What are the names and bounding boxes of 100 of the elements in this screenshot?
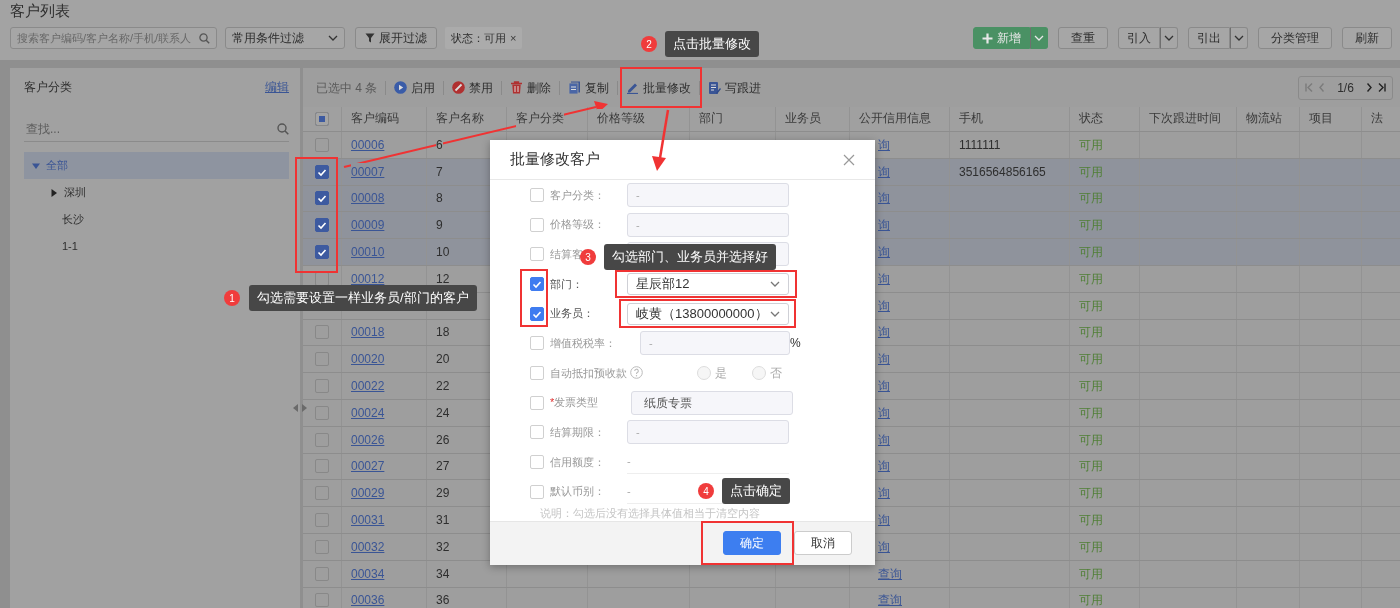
close-icon[interactable] <box>843 153 855 166</box>
cancel-button[interactable]: 取消 <box>794 531 852 556</box>
field-label: 部门： <box>550 276 583 292</box>
expand-filter-button[interactable]: 展开过滤 <box>355 27 437 49</box>
action-button[interactable]: 引入 <box>1118 27 1160 49</box>
checkbox[interactable] <box>530 276 544 291</box>
toolbar-button[interactable]: 启用 <box>394 78 436 97</box>
field-label: 业务员： <box>550 306 594 322</box>
help-icon[interactable] <box>630 366 643 380</box>
checkbox[interactable] <box>530 306 544 321</box>
tree-item[interactable]: 长沙 <box>24 206 289 233</box>
select-all-checkbox[interactable] <box>315 112 329 126</box>
column-header: 客户分类 <box>516 109 564 127</box>
field-label: 增值税税率： <box>550 336 616 352</box>
filter-dropdown[interactable]: 常用条件过滤 <box>225 27 345 49</box>
column-header: 部门 <box>699 109 723 127</box>
dropdown-toggle-button[interactable] <box>1230 27 1248 49</box>
column-header: 状态 <box>1079 109 1103 127</box>
toolbar-button[interactable]: 复制 <box>568 78 610 97</box>
caret-icon <box>770 310 780 317</box>
column-header: 下次跟进时间 <box>1149 109 1221 127</box>
action-button[interactable]: 新增 <box>973 27 1030 49</box>
caret-icon <box>1164 35 1174 41</box>
row-checkbox[interactable] <box>315 245 329 260</box>
search-icon <box>199 32 210 44</box>
radio-option[interactable]: 否 <box>752 363 782 382</box>
toolbar-button[interactable]: 禁用 <box>452 78 494 97</box>
column-header: 法 <box>1371 109 1383 127</box>
input-field[interactable]: - <box>640 331 790 356</box>
tag-close-button[interactable]: × <box>510 32 517 44</box>
input-field[interactable]: - <box>627 420 789 445</box>
dropdown-toggle-button[interactable] <box>1030 27 1048 49</box>
edit-link[interactable]: 编辑 <box>265 78 289 96</box>
tree-item[interactable]: 1-1 <box>24 233 289 260</box>
row-checkbox[interactable] <box>315 164 329 179</box>
document-icon <box>568 81 582 94</box>
collapsed-caret-icon <box>50 188 58 197</box>
last-page-icon[interactable] <box>1378 83 1386 92</box>
field-value: - <box>627 483 631 499</box>
field-label: 信用额度： <box>550 454 605 470</box>
caret-icon <box>1034 35 1044 41</box>
customer-code-link[interactable]: 00007 <box>351 162 385 181</box>
column-header: 手机 <box>959 109 983 127</box>
splitter-handle-icon[interactable] <box>292 404 308 412</box>
column-header: 公开信用信息 <box>859 109 931 127</box>
page-title: 客户列表 <box>10 1 70 21</box>
row-checkbox[interactable] <box>315 218 329 233</box>
field-label: 默认币别： <box>550 484 605 500</box>
toolbar-button[interactable]: 批量修改 <box>626 78 692 97</box>
column-header: 物流站 <box>1246 109 1282 127</box>
column-header: 业务员 <box>785 109 821 127</box>
field-label: 价格等级： <box>550 217 605 233</box>
field-value: - <box>627 454 631 470</box>
search-icon <box>277 122 289 135</box>
select-field[interactable]: 纸质专票 <box>631 390 794 415</box>
toolbar-button[interactable]: 删除 <box>510 78 552 97</box>
tree-item[interactable]: 深圳 <box>24 179 289 206</box>
toolbar-button[interactable]: 写跟进 <box>708 78 762 97</box>
input-field[interactable]: - <box>627 182 789 207</box>
radio-option[interactable]: 是 <box>697 363 727 382</box>
filter-icon <box>365 33 375 43</box>
step-tooltip: 点击批量修改 <box>665 31 759 57</box>
field-label: 发票类型 <box>554 395 599 411</box>
step-tooltip: 勾选部门、业务员并选择好 <box>604 244 776 270</box>
clipboard-icon <box>708 81 722 94</box>
caret-icon <box>770 280 780 287</box>
tree-item[interactable]: 全部 <box>24 152 289 179</box>
panel-title: 客户分类 <box>24 79 72 96</box>
select-field[interactable]: 岐黄（13800000000） <box>627 302 789 325</box>
column-header: 价格等级 <box>597 109 645 127</box>
confirm-button[interactable]: 确定 <box>723 531 781 556</box>
trash-icon <box>510 81 524 94</box>
column-header: 客户编码 <box>351 109 399 127</box>
step-tooltip: 勾选需要设置一样业务员/部门的客户 <box>249 285 477 311</box>
action-button[interactable]: 分类管理 <box>1258 27 1332 49</box>
first-page-icon[interactable] <box>1305 83 1313 92</box>
pencil-icon <box>626 81 640 94</box>
play-icon <box>394 81 408 94</box>
arrow <box>652 109 670 171</box>
caret-icon <box>1234 35 1244 41</box>
step-tooltip: 点击确定 <box>722 478 790 504</box>
select-field[interactable]: 星辰部12 <box>627 272 789 295</box>
field-label: 自动抵扣预收款 <box>550 365 627 381</box>
previous-page-icon[interactable] <box>1319 83 1324 92</box>
required-mark: * <box>550 395 555 411</box>
tree-search-field[interactable]: 查找... <box>24 118 277 139</box>
dropdown-toggle-button[interactable] <box>1160 27 1178 49</box>
action-button[interactable]: 查重 <box>1058 27 1108 49</box>
action-button[interactable]: 引出 <box>1188 27 1230 49</box>
query-link[interactable]: 查询 <box>878 591 902 608</box>
field-label: 结算期限： <box>550 425 605 441</box>
expanded-caret-icon <box>32 161 40 170</box>
next-page-icon[interactable] <box>1367 83 1372 92</box>
ban-icon <box>452 81 466 94</box>
status-text: 可用 <box>1079 591 1103 608</box>
input-field[interactable]: - <box>627 212 789 237</box>
column-header: 客户名称 <box>436 109 484 127</box>
caret-icon <box>328 35 338 41</box>
row-checkbox[interactable] <box>315 191 329 206</box>
action-button[interactable]: 刷新 <box>1342 27 1392 49</box>
